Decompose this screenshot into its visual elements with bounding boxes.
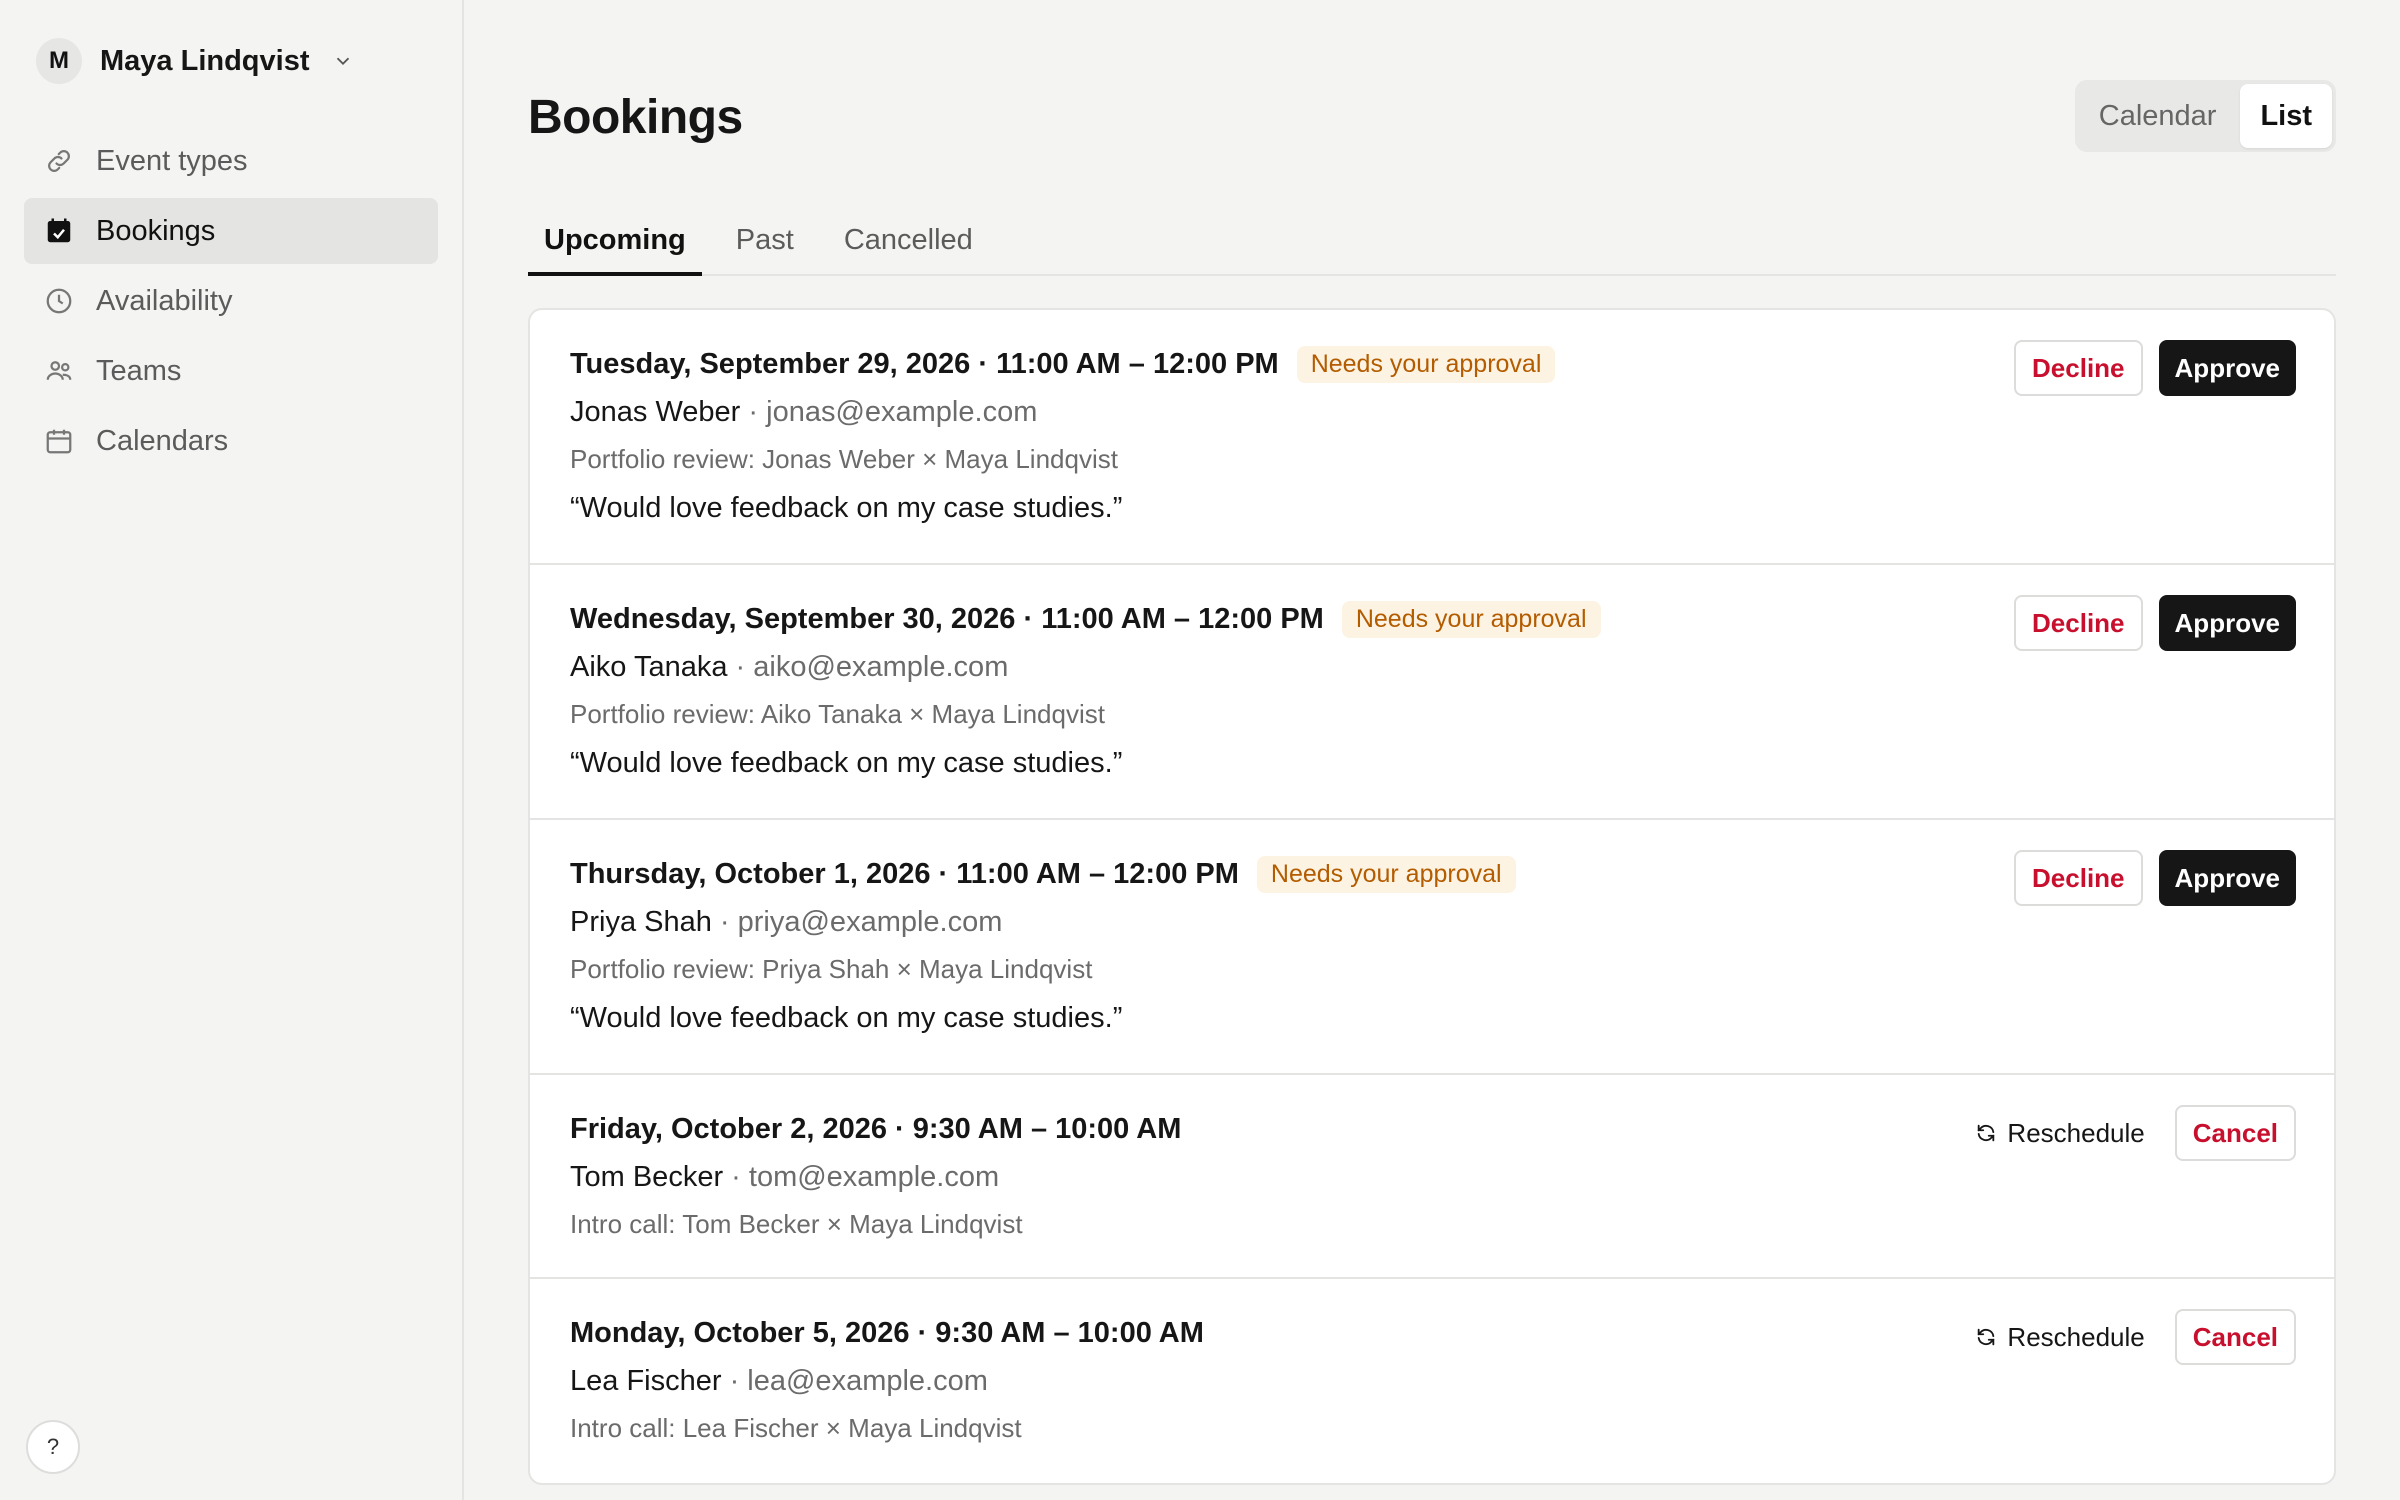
attendee-line: Lea Fischer · lea@example.com <box>570 1365 2294 1401</box>
tab-upcoming[interactable]: Upcoming <box>528 216 702 276</box>
attendee-email: lea@example.com <box>747 1365 988 1397</box>
tab-past[interactable]: Past <box>720 216 810 274</box>
separator: · <box>723 1161 749 1193</box>
refresh-icon <box>1978 1124 1995 1142</box>
attendee-email: priya@example.com <box>737 906 1003 938</box>
attendee-email: tom@example.com <box>748 1161 1000 1193</box>
reschedule-label: Reschedule <box>2007 1321 2145 1352</box>
booking-row: Tuesday, September 29, 2026 · 11:00 AM –… <box>530 310 2334 565</box>
tab-cancelled[interactable]: Cancelled <box>828 216 989 274</box>
approve-button[interactable]: Approve <box>2158 595 2296 651</box>
attendee-name: Tom Becker <box>570 1161 724 1193</box>
view-toggle-calendar[interactable]: Calendar <box>2079 84 2237 148</box>
booking-time: Tuesday, September 29, 2026 · 11:00 AM –… <box>570 347 1279 380</box>
separator: · <box>727 651 754 683</box>
attendee-email: jonas@example.com <box>766 396 1038 428</box>
event-title: Portfolio review: Priya Shah × Maya Lind… <box>570 954 1093 984</box>
main-content: Bookings Calendar List Upcoming Past Can… <box>464 0 2400 1500</box>
event-title: Intro call: Lea Fischer × Maya Lindqvist <box>570 1413 1022 1443</box>
sidebar: M Maya Lindqvist Event types Bookings Av… <box>0 0 464 1500</box>
cancel-button[interactable]: Cancel <box>2174 1105 2296 1161</box>
booking-time: Wednesday, September 30, 2026 · 11:00 AM… <box>570 602 1324 635</box>
attendee-name: Jonas Weber <box>570 396 741 428</box>
view-toggle: Calendar List <box>2074 80 2336 152</box>
bookings-list: Tuesday, September 29, 2026 · 11:00 AM –… <box>528 308 2336 1485</box>
user-name: Maya Lindqvist <box>100 44 310 77</box>
attendee-line: Jonas Weber · jonas@example.com <box>570 396 2294 432</box>
view-toggle-list[interactable]: List <box>2240 84 2332 148</box>
sidebar-item-label: Teams <box>96 354 182 387</box>
calendar-icon <box>46 429 72 454</box>
separator: · <box>740 396 767 428</box>
sidebar-item-label: Event types <box>96 144 248 177</box>
sidebar-item-label: Availability <box>96 284 233 317</box>
sidebar-item-calendars[interactable]: Calendars <box>24 408 438 474</box>
user-menu[interactable]: M Maya Lindqvist <box>24 28 438 94</box>
booking-time: Friday, October 2, 2026 · 9:30 AM – 10:0… <box>570 1112 1182 1145</box>
attendee-name: Lea Fischer <box>570 1365 722 1397</box>
clock-icon <box>46 288 72 314</box>
status-badge: Needs your approval <box>1296 345 1556 383</box>
attendee-name: Aiko Tanaka <box>570 651 728 683</box>
attendee-line: Aiko Tanaka · aiko@example.com <box>570 651 2294 687</box>
booking-row: Wednesday, September 30, 2026 · 11:00 AM… <box>530 565 2334 820</box>
status-badge: Needs your approval <box>1256 855 1516 893</box>
booking-row: Thursday, October 1, 2026 · 11:00 AM – 1… <box>530 820 2334 1075</box>
page-title: Bookings <box>528 91 743 144</box>
link-icon <box>48 150 70 172</box>
status-badge: Needs your approval <box>1341 600 1601 638</box>
approve-button[interactable]: Approve <box>2158 850 2296 906</box>
users-icon <box>46 361 72 380</box>
reschedule-label: Reschedule <box>2007 1117 2145 1148</box>
decline-button[interactable]: Decline <box>2014 850 2143 906</box>
attendee-line: Tom Becker · tom@example.com <box>570 1161 2294 1197</box>
separator: · <box>711 906 738 938</box>
booking-row: Friday, October 2, 2026 · 9:30 AM – 10:0… <box>530 1075 2334 1279</box>
sidebar-item-teams[interactable]: Teams <box>24 338 438 404</box>
reschedule-button[interactable]: Reschedule <box>1961 1105 2158 1161</box>
decline-button[interactable]: Decline <box>2014 340 2143 396</box>
separator: · <box>721 1365 748 1397</box>
booking-tabs: Upcoming Past Cancelled <box>528 216 2336 276</box>
booking-note: “Would love feedback on my case studies.… <box>570 1002 1123 1034</box>
sidebar-item-label: Bookings <box>96 214 216 247</box>
booking-row: Monday, October 5, 2026 · 9:30 AM – 10:0… <box>530 1279 2334 1483</box>
event-title: Intro call: Tom Becker × Maya Lindqvist <box>570 1209 1023 1239</box>
attendee-line: Priya Shah · priya@example.com <box>570 906 2294 942</box>
attendee-email: aiko@example.com <box>753 651 1009 683</box>
sidebar-item-bookings[interactable]: Bookings <box>24 198 438 264</box>
sidebar-item-label: Calendars <box>96 424 229 457</box>
booking-note: “Would love feedback on my case studies.… <box>570 492 1123 524</box>
avatar: M <box>36 38 82 84</box>
reschedule-button[interactable]: Reschedule <box>1961 1309 2158 1365</box>
chevron-down-icon <box>336 57 349 66</box>
calendar-check-icon <box>47 218 71 243</box>
booking-note: “Would love feedback on my case studies.… <box>570 747 1123 779</box>
help-button[interactable]: ? <box>26 1420 80 1474</box>
event-title: Portfolio review: Jonas Weber × Maya Lin… <box>570 444 1118 474</box>
decline-button[interactable]: Decline <box>2014 595 2143 651</box>
booking-time: Thursday, October 1, 2026 · 11:00 AM – 1… <box>570 857 1239 890</box>
approve-button[interactable]: Approve <box>2158 340 2296 396</box>
booking-time: Monday, October 5, 2026 · 9:30 AM – 10:0… <box>570 1316 1204 1349</box>
sidebar-item-event-types[interactable]: Event types <box>24 128 438 194</box>
event-title: Portfolio review: Aiko Tanaka × Maya Lin… <box>570 699 1105 729</box>
sidebar-item-availability[interactable]: Availability <box>24 268 438 334</box>
cancel-button[interactable]: Cancel <box>2174 1309 2296 1365</box>
refresh-icon <box>1978 1328 1995 1346</box>
attendee-name: Priya Shah <box>570 906 712 938</box>
